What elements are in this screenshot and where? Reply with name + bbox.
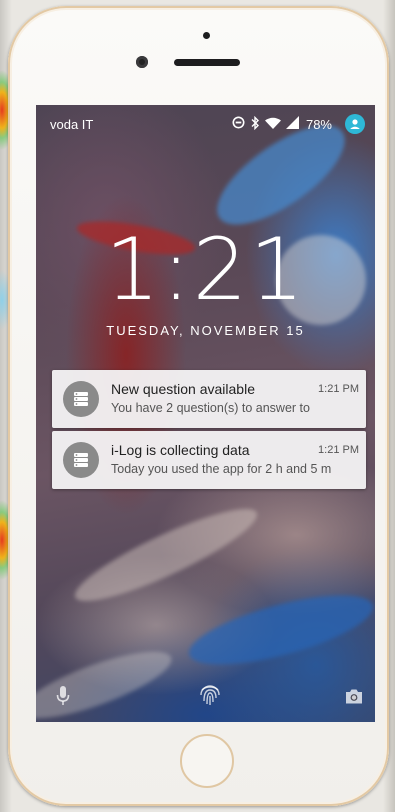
battery-level: 78% [305,116,332,132]
account-icon[interactable] [345,114,365,134]
notification-time: 1:21 PM [318,383,359,395]
cell-signal-icon [285,116,299,132]
notification-title: New question available [111,381,255,397]
notification-card[interactable]: New question available 1:21 PM You have … [52,370,366,428]
phone-frame: voda IT 78% 1:21 TUESDAY, NOVEMBER 15 Ne… [8,6,389,806]
wallpaper-streak [66,494,266,616]
lock-screen-date: TUESDAY, NOVEMBER 15 [106,323,305,338]
home-button[interactable] [180,734,234,788]
status-bar: voda IT 78% [36,105,375,143]
notification-card[interactable]: i-Log is collecting data 1:21 PM Today y… [52,431,366,489]
notification-time: 1:21 PM [318,444,359,456]
front-camera-icon [136,56,148,68]
notification-title: i-Log is collecting data [111,442,250,458]
wallpaper-streak [182,581,375,679]
bluetooth-icon [250,115,260,133]
wifi-icon [264,117,281,132]
wallpaper-streak [36,638,179,722]
earpiece-speaker [174,59,240,66]
lock-screen-clock: 1:21 [104,220,307,320]
fingerprint-icon[interactable] [196,680,224,708]
lock-screen[interactable]: voda IT 78% 1:21 TUESDAY, NOVEMBER 15 Ne… [36,105,375,722]
status-icons: 78% [232,114,365,134]
data-saver-icon [232,116,245,132]
notification-text: Today you used the app for 2 h and 5 m [111,462,332,476]
database-icon [63,442,99,478]
microphone-icon[interactable] [51,684,75,708]
proximity-sensor [203,32,210,39]
notification-text: You have 2 question(s) to answer to [111,401,310,415]
database-icon [63,381,99,417]
page-background: voda IT 78% 1:21 TUESDAY, NOVEMBER 15 Ne… [0,0,395,812]
carrier-name: voda IT [50,117,94,132]
camera-icon[interactable] [342,684,366,708]
